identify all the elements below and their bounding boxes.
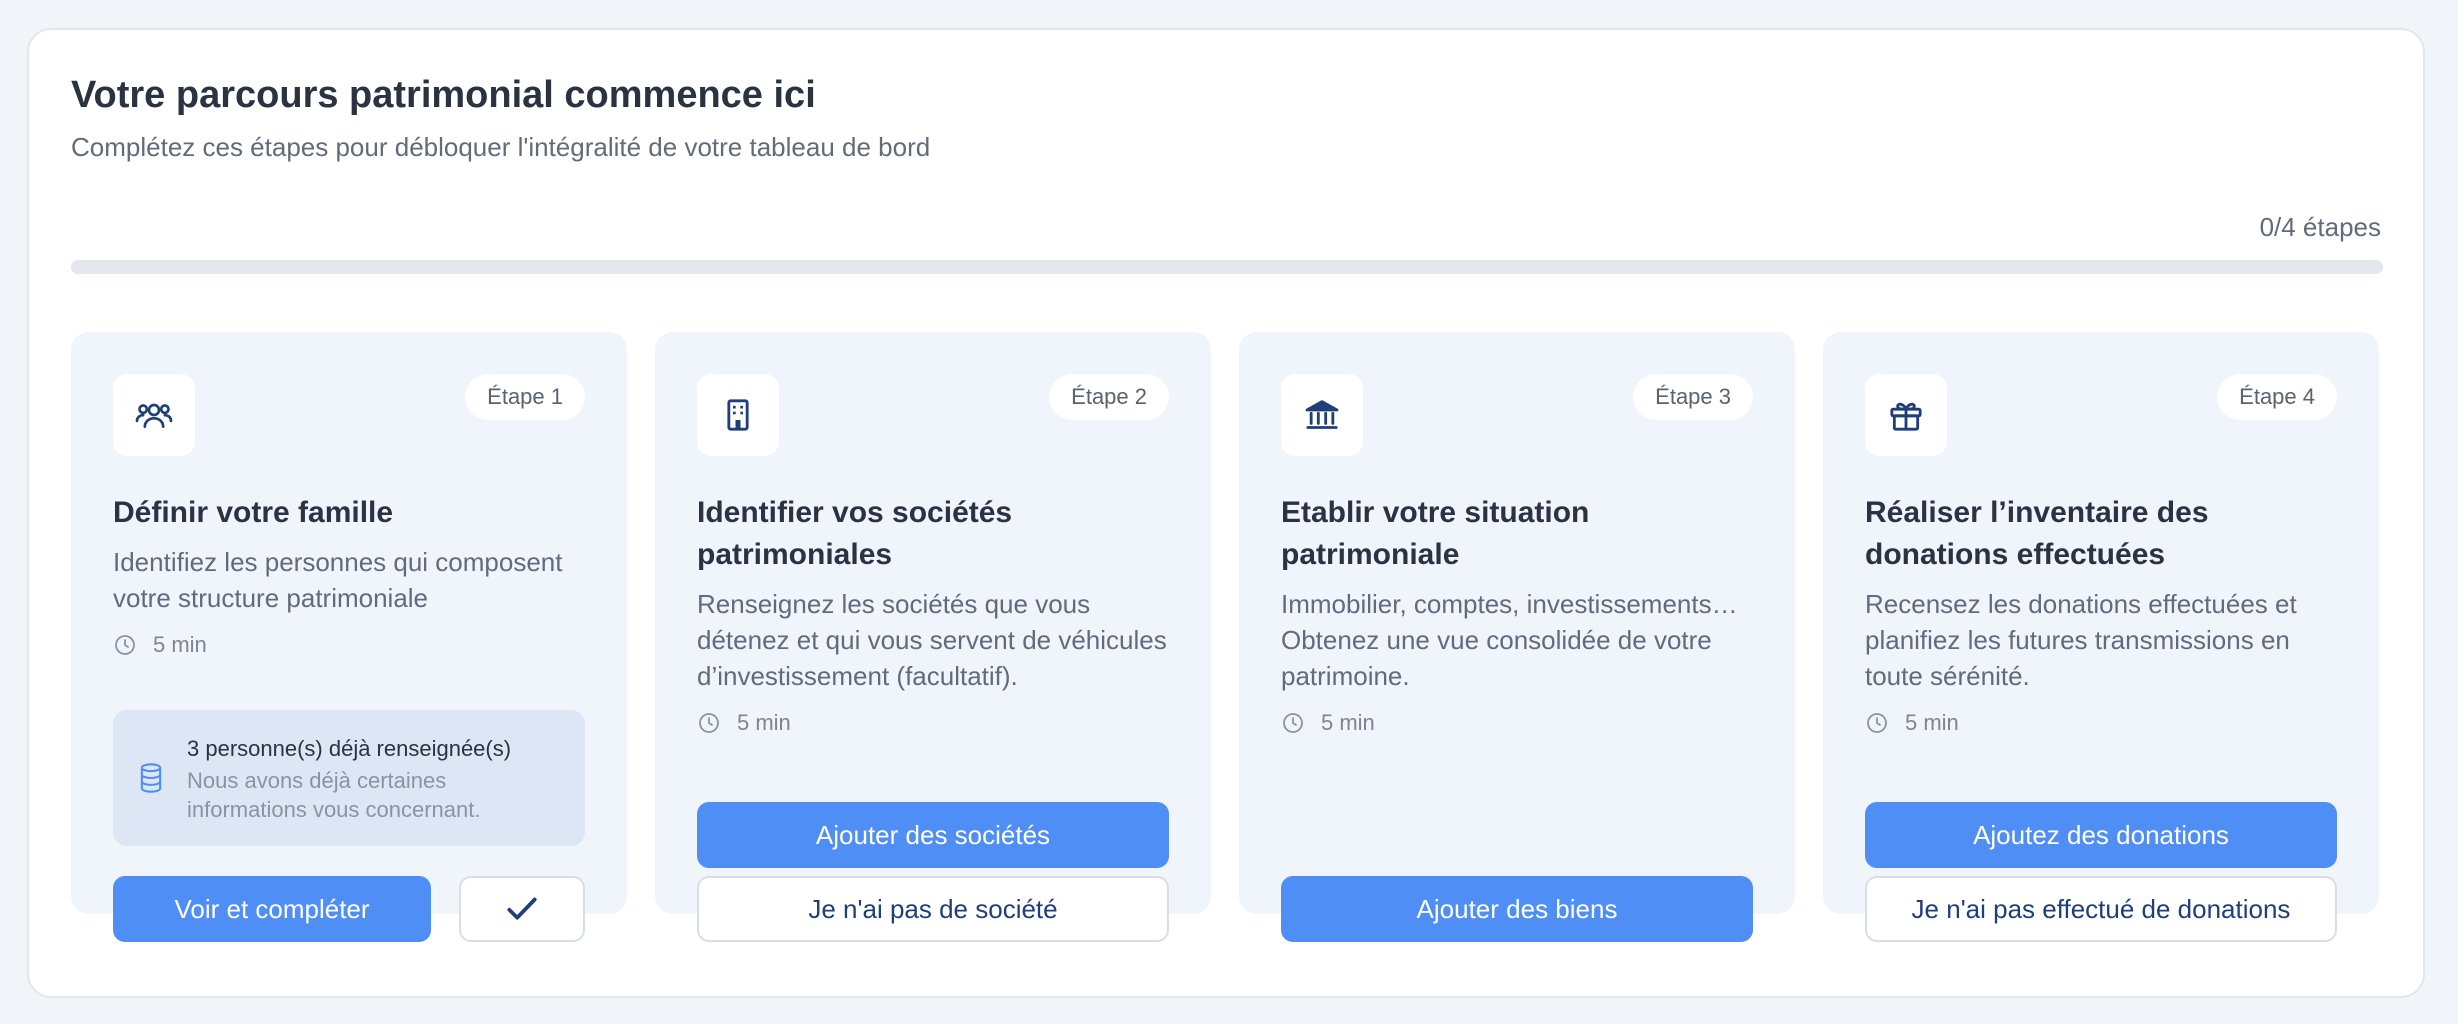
step-badge: Étape 4	[2217, 374, 2337, 420]
page-title: Votre parcours patrimonial commence ici	[71, 74, 816, 116]
step-title: Etablir votre situation patrimoniale	[1281, 496, 1590, 571]
clock-icon	[1283, 713, 1303, 733]
no-donations-button[interactable]: Je n'ai pas effectué de donations	[1865, 876, 2337, 942]
step-badge: Étape 1	[465, 374, 585, 420]
clock-icon	[1867, 713, 1887, 733]
mark-done-button[interactable]	[459, 876, 585, 942]
info-title: 3 personne(s) déjà renseignée(s)	[187, 736, 512, 761]
step-card-3: Étape 3 Etablir votre situation patrimon…	[1239, 332, 1795, 942]
step-title: Définir votre famille	[113, 496, 394, 529]
family-icon	[113, 374, 195, 456]
onboarding-panel: Votre parcours patrimonial commence ici …	[27, 28, 2425, 998]
step-duration: 5 min	[1865, 710, 1959, 736]
database-icon	[140, 763, 162, 793]
step-card-1: Étape 1 Définir votre famille Identifiez…	[71, 332, 627, 942]
prefilled-info-box: 3 personne(s) déjà renseignée(s) Nous av…	[113, 710, 585, 846]
building-icon	[697, 374, 779, 456]
duration-text: 5 min	[737, 710, 791, 735]
step-badge: Étape 2	[1049, 374, 1169, 420]
step-card-2: Étape 2 Identifier vos sociétés patrimon…	[655, 332, 1211, 942]
add-assets-button[interactable]: Ajouter des biens	[1281, 876, 1753, 942]
clock-icon	[699, 713, 719, 733]
step-badge: Étape 3	[1633, 374, 1753, 420]
clock-icon	[115, 635, 135, 655]
view-and-complete-button[interactable]: Voir et compléter	[113, 876, 431, 942]
step-duration: 5 min	[1281, 710, 1375, 736]
progress-bar	[71, 260, 2383, 274]
duration-text: 5 min	[1321, 710, 1375, 735]
duration-text: 5 min	[153, 632, 207, 657]
step-duration: 5 min	[697, 710, 791, 736]
duration-text: 5 min	[1905, 710, 1959, 735]
progress-label: 0/4 étapes	[2259, 212, 2381, 242]
info-subtitle: Nous avons déjà certaines informations v…	[187, 768, 481, 822]
bank-icon	[1281, 374, 1363, 456]
step-description: Recensez les donations effectuées et pla…	[1865, 589, 2297, 691]
step-title: Réaliser l’inventaire des donations effe…	[1865, 496, 2209, 571]
step-description: Identifiez les personnes qui composent v…	[113, 547, 563, 613]
step-card-4: Étape 4 Réaliser l’inventaire des donati…	[1823, 332, 2379, 942]
step-description: Renseignez les sociétés que vous détenez…	[697, 589, 1167, 691]
step-description: Immobilier, comptes, investissements… Ob…	[1281, 589, 1738, 691]
no-company-button[interactable]: Je n'ai pas de société	[697, 876, 1169, 942]
gift-icon	[1865, 374, 1947, 456]
page-subtitle: Complétez ces étapes pour débloquer l'in…	[71, 132, 931, 162]
step-title: Identifier vos sociétés patrimoniales	[697, 496, 1013, 571]
add-donations-button[interactable]: Ajoutez des donations	[1865, 802, 2337, 868]
step-duration: 5 min	[113, 632, 207, 658]
check-icon	[507, 897, 537, 920]
add-companies-button[interactable]: Ajouter des sociétés	[697, 802, 1169, 868]
